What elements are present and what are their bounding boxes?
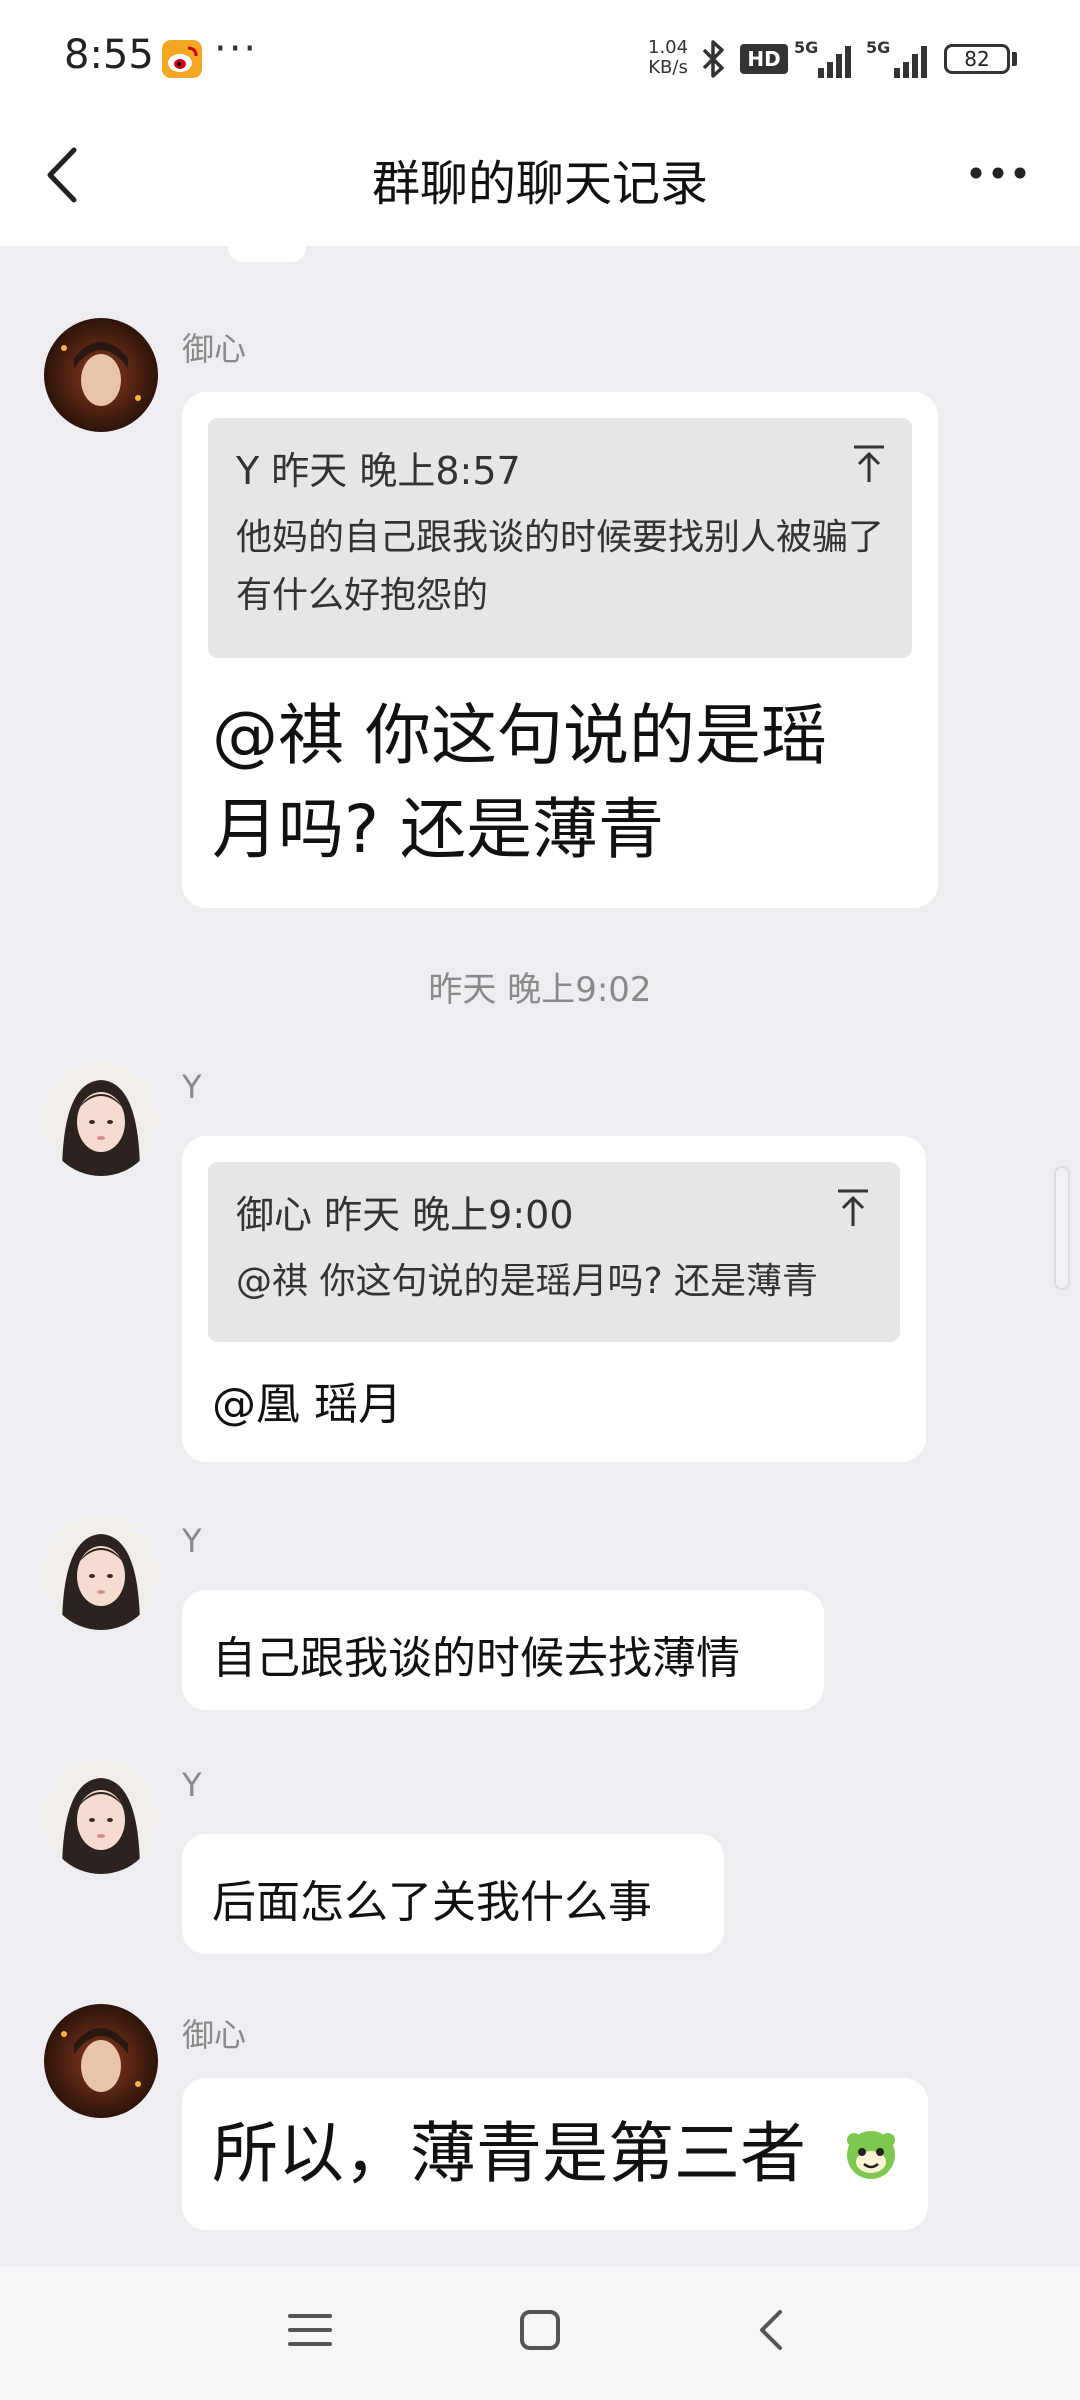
signal-2-label: 5G [866, 38, 891, 57]
signal-strength-1: 5G [794, 38, 858, 86]
menu-icon[interactable] [280, 2300, 340, 2360]
previous-message-bubble-edge [228, 246, 306, 262]
message-bubble[interactable]: 自己跟我谈的时候去找薄情 [182, 1590, 824, 1710]
green-dinosaur-emoji-icon [847, 2131, 895, 2179]
scroll-to-top-icon[interactable] [852, 444, 886, 484]
quoted-message[interactable]: Y 昨天 晚上8:57 他妈的自己跟我谈的时候要找别人被骗了有什么好抱怨的 [208, 418, 912, 658]
avatar-y[interactable] [44, 1516, 158, 1630]
message-bubble[interactable]: Y 昨天 晚上8:57 他妈的自己跟我谈的时候要找别人被骗了有什么好抱怨的 @祺… [182, 392, 938, 908]
status-time: 8:55 [64, 32, 154, 78]
signal-strength-2: 5G [866, 38, 936, 86]
scrollbar-thumb[interactable] [1054, 1166, 1070, 1290]
quoted-message[interactable]: 御心 昨天 晚上9:00 @祺 你这句说的是瑶月吗? 还是薄青 [208, 1162, 900, 1342]
avatar-yuxin[interactable] [44, 318, 158, 432]
avatar-y[interactable] [44, 1062, 158, 1176]
sender-name: Y [182, 1766, 202, 1804]
message-text: @凰 瑶月 [212, 1379, 402, 1430]
message-bubble[interactable]: 御心 昨天 晚上9:00 @祺 你这句说的是瑶月吗? 还是薄青 @凰 瑶月 [182, 1136, 926, 1462]
message-bubble[interactable]: 后面怎么了关我什么事 [182, 1834, 724, 1954]
signal-1-label: 5G [794, 38, 819, 57]
avatar-image [44, 1760, 158, 1874]
bluetooth-icon [702, 40, 724, 78]
quote-header: Y 昨天 晚上8:57 [236, 449, 521, 493]
avatar-y[interactable] [44, 1760, 158, 1874]
net-speed-value: 1.04 [648, 37, 689, 58]
quote-text: 他妈的自己跟我谈的时候要找别人被骗了有什么好抱怨的 [236, 517, 885, 616]
sender-name: 御心 [182, 330, 247, 368]
page-title: 群聊的聊天记录 [371, 156, 708, 212]
avatar-yuxin[interactable] [44, 2004, 158, 2118]
net-speed-unit: KB/s [648, 57, 688, 78]
timestamp-divider: 昨天 晚上9:02 [428, 970, 652, 1010]
message-text: 自己跟我谈的时候去找薄情 [212, 1633, 740, 1684]
avatar-image [44, 1516, 158, 1630]
chat-history-list[interactable]: 御心 Y 昨天 晚上8:57 他妈的自己跟我谈的时候要找别人被骗了有什么好抱怨的… [0, 246, 1080, 2266]
message-text: 所以，薄青是第三者 [212, 2115, 806, 2192]
avatar-image [44, 318, 158, 432]
home-square-icon[interactable] [510, 2300, 570, 2360]
message-text-line-1: @祺 你这句说的是瑶 [212, 697, 827, 774]
sender-name: 御心 [182, 2016, 247, 2054]
quote-header: 御心 昨天 晚上9:00 [236, 1193, 574, 1237]
network-speed: 1.04 KB/s [648, 38, 688, 78]
hd-voice-badge: HD [740, 44, 788, 74]
message-text-line-2: 月吗? 还是薄青 [212, 791, 665, 868]
more-options-button[interactable] [968, 158, 1028, 188]
status-more-icon: ··· [214, 26, 259, 72]
avatar-image [44, 1062, 158, 1176]
back-triangle-icon[interactable] [742, 2300, 802, 2360]
scroll-to-top-icon[interactable] [836, 1188, 870, 1228]
battery-indicator: 82 [944, 44, 1010, 74]
weibo-app-icon [162, 40, 202, 78]
message-bubble[interactable]: 所以，薄青是第三者 [182, 2078, 928, 2230]
sender-name: Y [182, 1522, 202, 1560]
quote-text: @祺 你这句说的是瑶月吗? 还是薄青 [236, 1261, 818, 1302]
battery-tip [1012, 52, 1017, 66]
avatar-image [44, 2004, 158, 2118]
message-text: 后面怎么了关我什么事 [212, 1877, 652, 1928]
sender-name: Y [182, 1068, 202, 1106]
